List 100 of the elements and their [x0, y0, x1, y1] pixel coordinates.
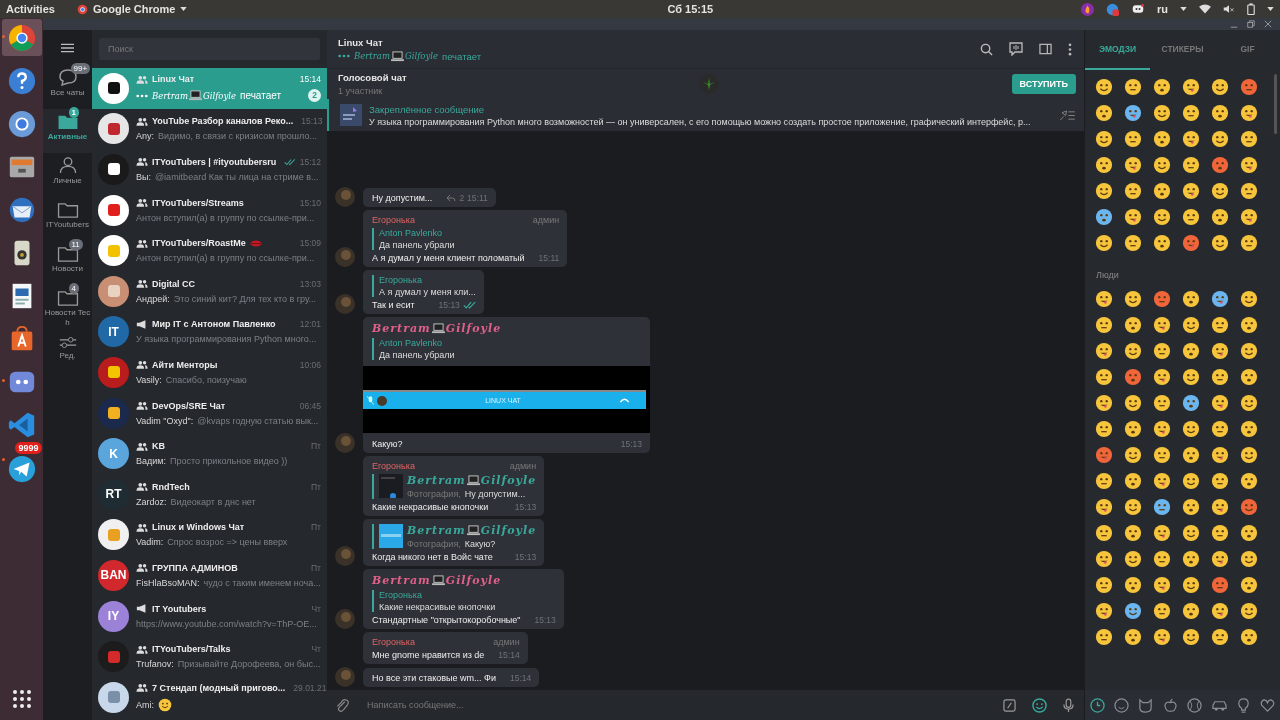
- pin-list-icon[interactable]: [1059, 109, 1076, 121]
- tab[interactable]: ЭМОДЗИ: [1085, 30, 1150, 70]
- emoji-icon[interactable]: [1240, 472, 1258, 490]
- emoji-icon[interactable]: [1211, 234, 1229, 252]
- emoji-icon[interactable]: [1153, 104, 1171, 122]
- emoji-icon[interactable]: [1182, 576, 1200, 594]
- emoji-icon[interactable]: [1182, 602, 1200, 620]
- emoji-icon[interactable]: [1211, 316, 1229, 334]
- emoji-icon[interactable]: [1182, 420, 1200, 438]
- emoji-icon[interactable]: [1095, 208, 1113, 226]
- bulb-icon[interactable]: [1235, 697, 1251, 713]
- emoji-icon[interactable]: [1240, 550, 1258, 568]
- emoji-icon[interactable]: [1153, 156, 1171, 174]
- search-icon[interactable]: [980, 42, 993, 56]
- emoji-icon[interactable]: [1211, 182, 1229, 200]
- app-grid-icon[interactable]: [11, 689, 32, 709]
- emoji-icon[interactable]: [1095, 290, 1113, 308]
- heart-icon[interactable]: [1260, 697, 1276, 713]
- emoji-icon[interactable]: [1211, 342, 1229, 360]
- emoji-icon[interactable]: [1124, 316, 1142, 334]
- emoji-icon[interactable]: [1211, 524, 1229, 542]
- emoji-icon[interactable]: [1153, 576, 1171, 594]
- emoji-icon[interactable]: [1124, 182, 1142, 200]
- cat-icon[interactable]: [1138, 697, 1154, 713]
- emoji-icon[interactable]: [1211, 550, 1229, 568]
- emoji-icon[interactable]: [1182, 182, 1200, 200]
- emoji-icon[interactable]: [1095, 394, 1113, 412]
- emoji-icon[interactable]: [1124, 420, 1142, 438]
- emoji-icon[interactable]: [1095, 368, 1113, 386]
- emoji-icon[interactable]: [1211, 78, 1229, 96]
- emoji-icon[interactable]: [1124, 498, 1142, 516]
- emoji-icon[interactable]: [1124, 446, 1142, 464]
- caret-icon[interactable]: [1267, 7, 1274, 11]
- folder-tab[interactable]: 11 Новости: [43, 241, 92, 285]
- emoji-icon[interactable]: [1124, 472, 1142, 490]
- emoji-icon[interactable]: [1153, 290, 1171, 308]
- flame-icon[interactable]: [1081, 2, 1094, 16]
- emoji-icon[interactable]: [1124, 234, 1142, 252]
- emoji-icon[interactable]: [1211, 368, 1229, 386]
- emoji-icon[interactable]: [1095, 130, 1113, 148]
- emoji-icon[interactable]: [1124, 342, 1142, 360]
- emoji-icon[interactable]: [1153, 208, 1171, 226]
- emoji-icon[interactable]: [1095, 628, 1113, 646]
- emoji-icon[interactable]: [1124, 368, 1142, 386]
- emoji-icon[interactable]: [1153, 316, 1171, 334]
- emoji-icon[interactable]: [1153, 628, 1171, 646]
- emoji-icon[interactable]: [1124, 208, 1142, 226]
- emoji-icon[interactable]: [1240, 576, 1258, 594]
- close-icon[interactable]: [1264, 20, 1272, 28]
- emoji-icon[interactable]: [1211, 472, 1229, 490]
- emoji-icon[interactable]: [1124, 104, 1142, 122]
- emoji-icon[interactable]: [1124, 78, 1142, 96]
- update-icon[interactable]: [1106, 2, 1119, 16]
- emoji-icon[interactable]: [1182, 472, 1200, 490]
- emoji-icon[interactable]: [1211, 130, 1229, 148]
- chat-item[interactable]: ITYouTubers/Streams 15:10 Антон вступил(а) в группу по ссылке-при...: [92, 189, 327, 231]
- emoji-icon[interactable]: [1211, 156, 1229, 174]
- folder-tab[interactable]: 1 Активные: [43, 109, 92, 153]
- emoji-icon[interactable]: [1240, 446, 1258, 464]
- emoji-icon[interactable]: [1211, 290, 1229, 308]
- emoji-icon[interactable]: [1095, 234, 1113, 252]
- emoji-icon[interactable]: [1211, 446, 1229, 464]
- emoji-icon[interactable]: [1211, 602, 1229, 620]
- emoji-icon[interactable]: [1240, 130, 1258, 148]
- telegram-icon[interactable]: [6, 454, 37, 484]
- chat-item[interactable]: Linux и Windows Чат Пт Vadim: Спрос возрос => цены вверх: [92, 514, 327, 556]
- smile-icon[interactable]: [1114, 697, 1130, 713]
- emoji-icon[interactable]: [1182, 316, 1200, 334]
- app-menu[interactable]: Google Chrome: [92, 3, 176, 15]
- emoji-icon[interactable]: [1124, 524, 1142, 542]
- chat-item[interactable]: RT RndTech Пт Zardoz: Видеокарт в днс нет: [92, 473, 327, 515]
- emoji-icon[interactable]: [1182, 290, 1200, 308]
- emoji-icon[interactable]: [1211, 104, 1229, 122]
- emoji-icon[interactable]: [1124, 550, 1142, 568]
- emoji-icon[interactable]: [1153, 78, 1171, 96]
- chat-item[interactable]: Digital CC 13:03 Андрей: Это синий кит? Для тех кто в гру...: [92, 270, 327, 312]
- emoji-icon[interactable]: [1095, 420, 1113, 438]
- emoji-icon[interactable]: [1240, 602, 1258, 620]
- emoji-icon[interactable]: [1240, 156, 1258, 174]
- emoji-icon[interactable]: [1211, 576, 1229, 594]
- menu-icon[interactable]: [61, 43, 74, 53]
- message-composer[interactable]: Написать сообщение...: [327, 690, 1084, 720]
- emoji-icon[interactable]: [1153, 420, 1171, 438]
- search-field[interactable]: Поиск: [99, 38, 320, 60]
- microphone-icon[interactable]: [1063, 697, 1074, 713]
- chat-item[interactable]: K KB Пт Вадим: Просто прикольное видео )): [92, 433, 327, 474]
- ball-icon[interactable]: [1187, 697, 1203, 713]
- emoji-icon[interactable]: [1182, 342, 1200, 360]
- emoji-icon[interactable]: [1153, 524, 1171, 542]
- emoji-icon[interactable]: [1153, 550, 1171, 568]
- emoji-icon[interactable]: [1182, 234, 1200, 252]
- emoji-icon[interactable]: [1211, 420, 1229, 438]
- battery-icon[interactable]: [1247, 3, 1255, 15]
- voice-chat-icon[interactable]: [1009, 42, 1023, 56]
- emoji-icon[interactable]: [1211, 628, 1229, 646]
- emoji-icon[interactable]: [1095, 104, 1113, 122]
- emoji-icon[interactable]: [1240, 342, 1258, 360]
- emoji-icon[interactable]: [1211, 498, 1229, 516]
- wifi-icon[interactable]: [1199, 4, 1211, 14]
- emoji-icon[interactable]: [1153, 498, 1171, 516]
